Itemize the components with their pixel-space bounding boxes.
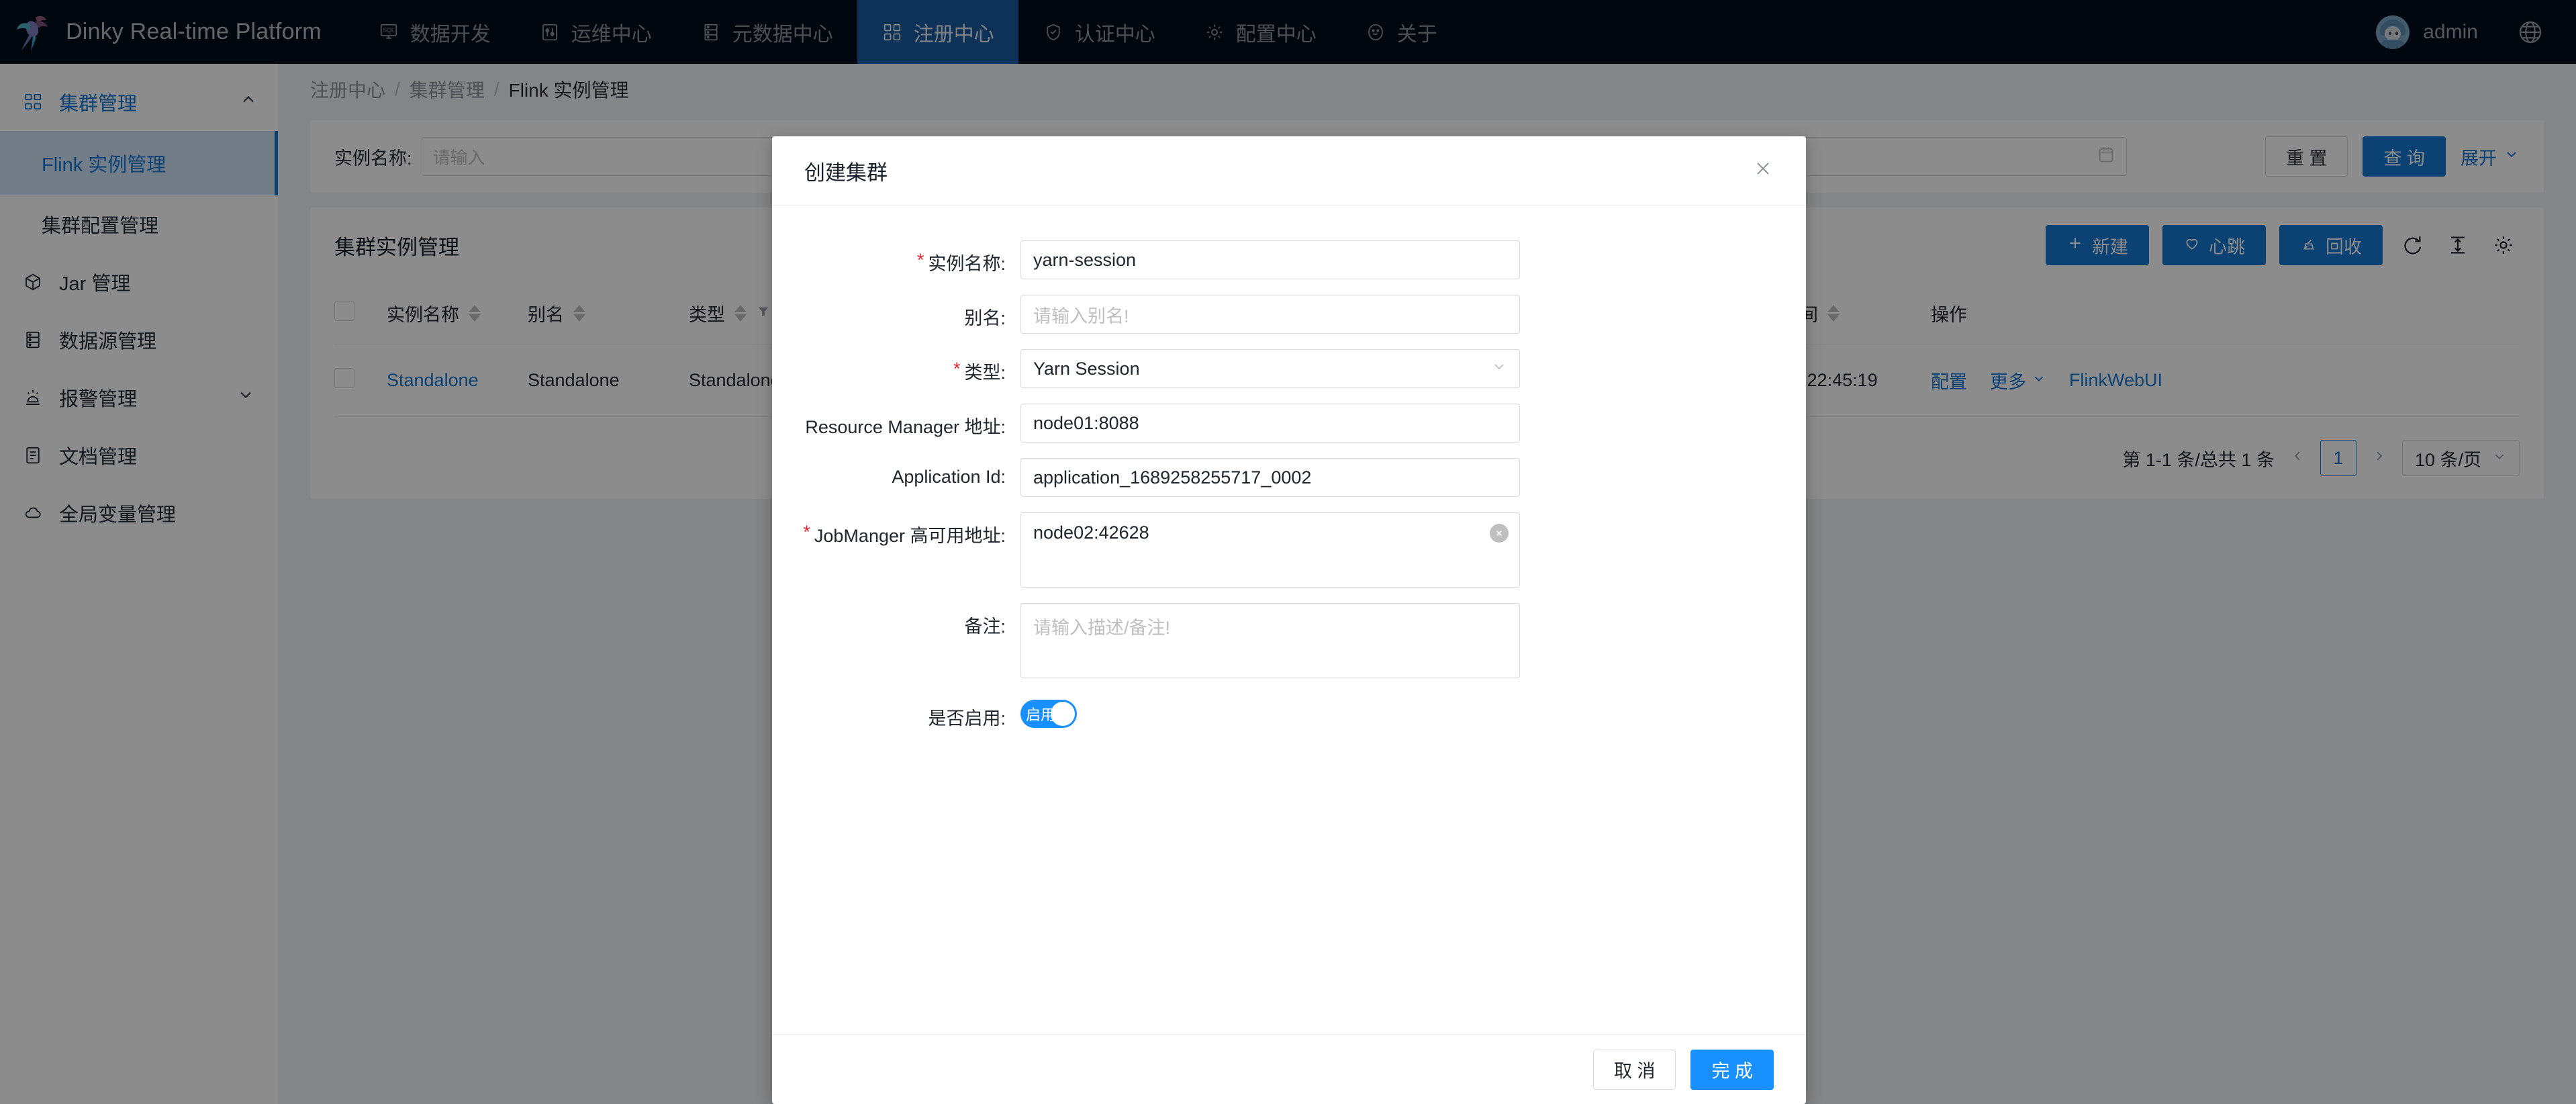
field-label: Resource Manager 地址: [772,404,1020,443]
required-mark: * [803,522,810,542]
field-jobmanager-ha-address: * JobManger 高可用地址: node02:42628 [772,512,1806,588]
field-remark: 备注: 请输入描述/备注! [772,603,1806,678]
enable-toggle[interactable]: 启用 [1020,700,1077,728]
modal-header: 创建集群 [772,136,1806,205]
instance-name-input[interactable]: yarn-session [1020,240,1520,279]
toggle-knob [1051,702,1075,726]
field-application-id: Application Id: application_168925825571… [772,458,1806,497]
modal-title: 创建集群 [804,160,888,185]
required-mark: * [953,359,961,379]
jobmanager-ha-address-value: node02:42628 [1033,522,1149,543]
field-alias: 别名: 请输入别名! [772,295,1806,334]
chevron-down-icon [1491,359,1507,379]
field-label: Application Id: [772,458,1020,497]
remark-textarea[interactable]: 请输入描述/备注! [1020,603,1520,678]
type-select-value: Yarn Session [1033,358,1140,379]
resource-manager-address-input[interactable]: node01:8088 [1020,404,1520,443]
field-label: * 实例名称: [772,240,1020,279]
type-select[interactable]: Yarn Session [1020,349,1520,388]
alias-input[interactable]: 请输入别名! [1020,295,1520,334]
jobmanager-ha-address-textarea[interactable]: node02:42628 [1020,512,1520,588]
field-label-text: 是否启用: [928,708,1006,729]
modal-body: * 实例名称: yarn-session 别名: 请输入别名! * 类型: Ya… [772,205,1806,1034]
field-instance-name: * 实例名称: yarn-session [772,240,1806,279]
field-label: * JobManger 高可用地址: [772,512,1020,588]
clear-circle-icon[interactable] [1490,524,1509,543]
field-label-text: Application Id: [892,467,1006,487]
field-label-text: 类型: [964,363,1006,383]
field-type: * 类型: Yarn Session [772,349,1806,388]
field-label-text: JobManger 高可用地址: [814,526,1006,546]
close-icon[interactable] [1752,158,1774,183]
submit-button[interactable]: 完 成 [1690,1049,1774,1090]
field-label: 别名: [772,295,1020,334]
required-mark: * [916,250,924,270]
field-label-text: 实例名称: [928,254,1006,274]
field-label-text: Resource Manager 地址: [805,417,1006,437]
field-label-text: 备注: [964,616,1006,637]
field-resource-manager-address: Resource Manager 地址: node01:8088 [772,404,1806,443]
field-label: * 类型: [772,349,1020,388]
application-id-input[interactable]: application_1689258255717_0002 [1020,458,1520,497]
field-label: 是否启用: [772,700,1020,730]
field-enable: 是否启用: 启用 [772,700,1806,730]
field-label: 备注: [772,603,1020,678]
modal-footer: 取 消 完 成 [772,1034,1806,1104]
create-cluster-modal: 创建集群 * 实例名称: yarn-session 别名: 请输入别名! * 类… [772,136,1806,1104]
field-label-text: 别名: [964,308,1006,328]
cancel-button[interactable]: 取 消 [1592,1049,1676,1090]
